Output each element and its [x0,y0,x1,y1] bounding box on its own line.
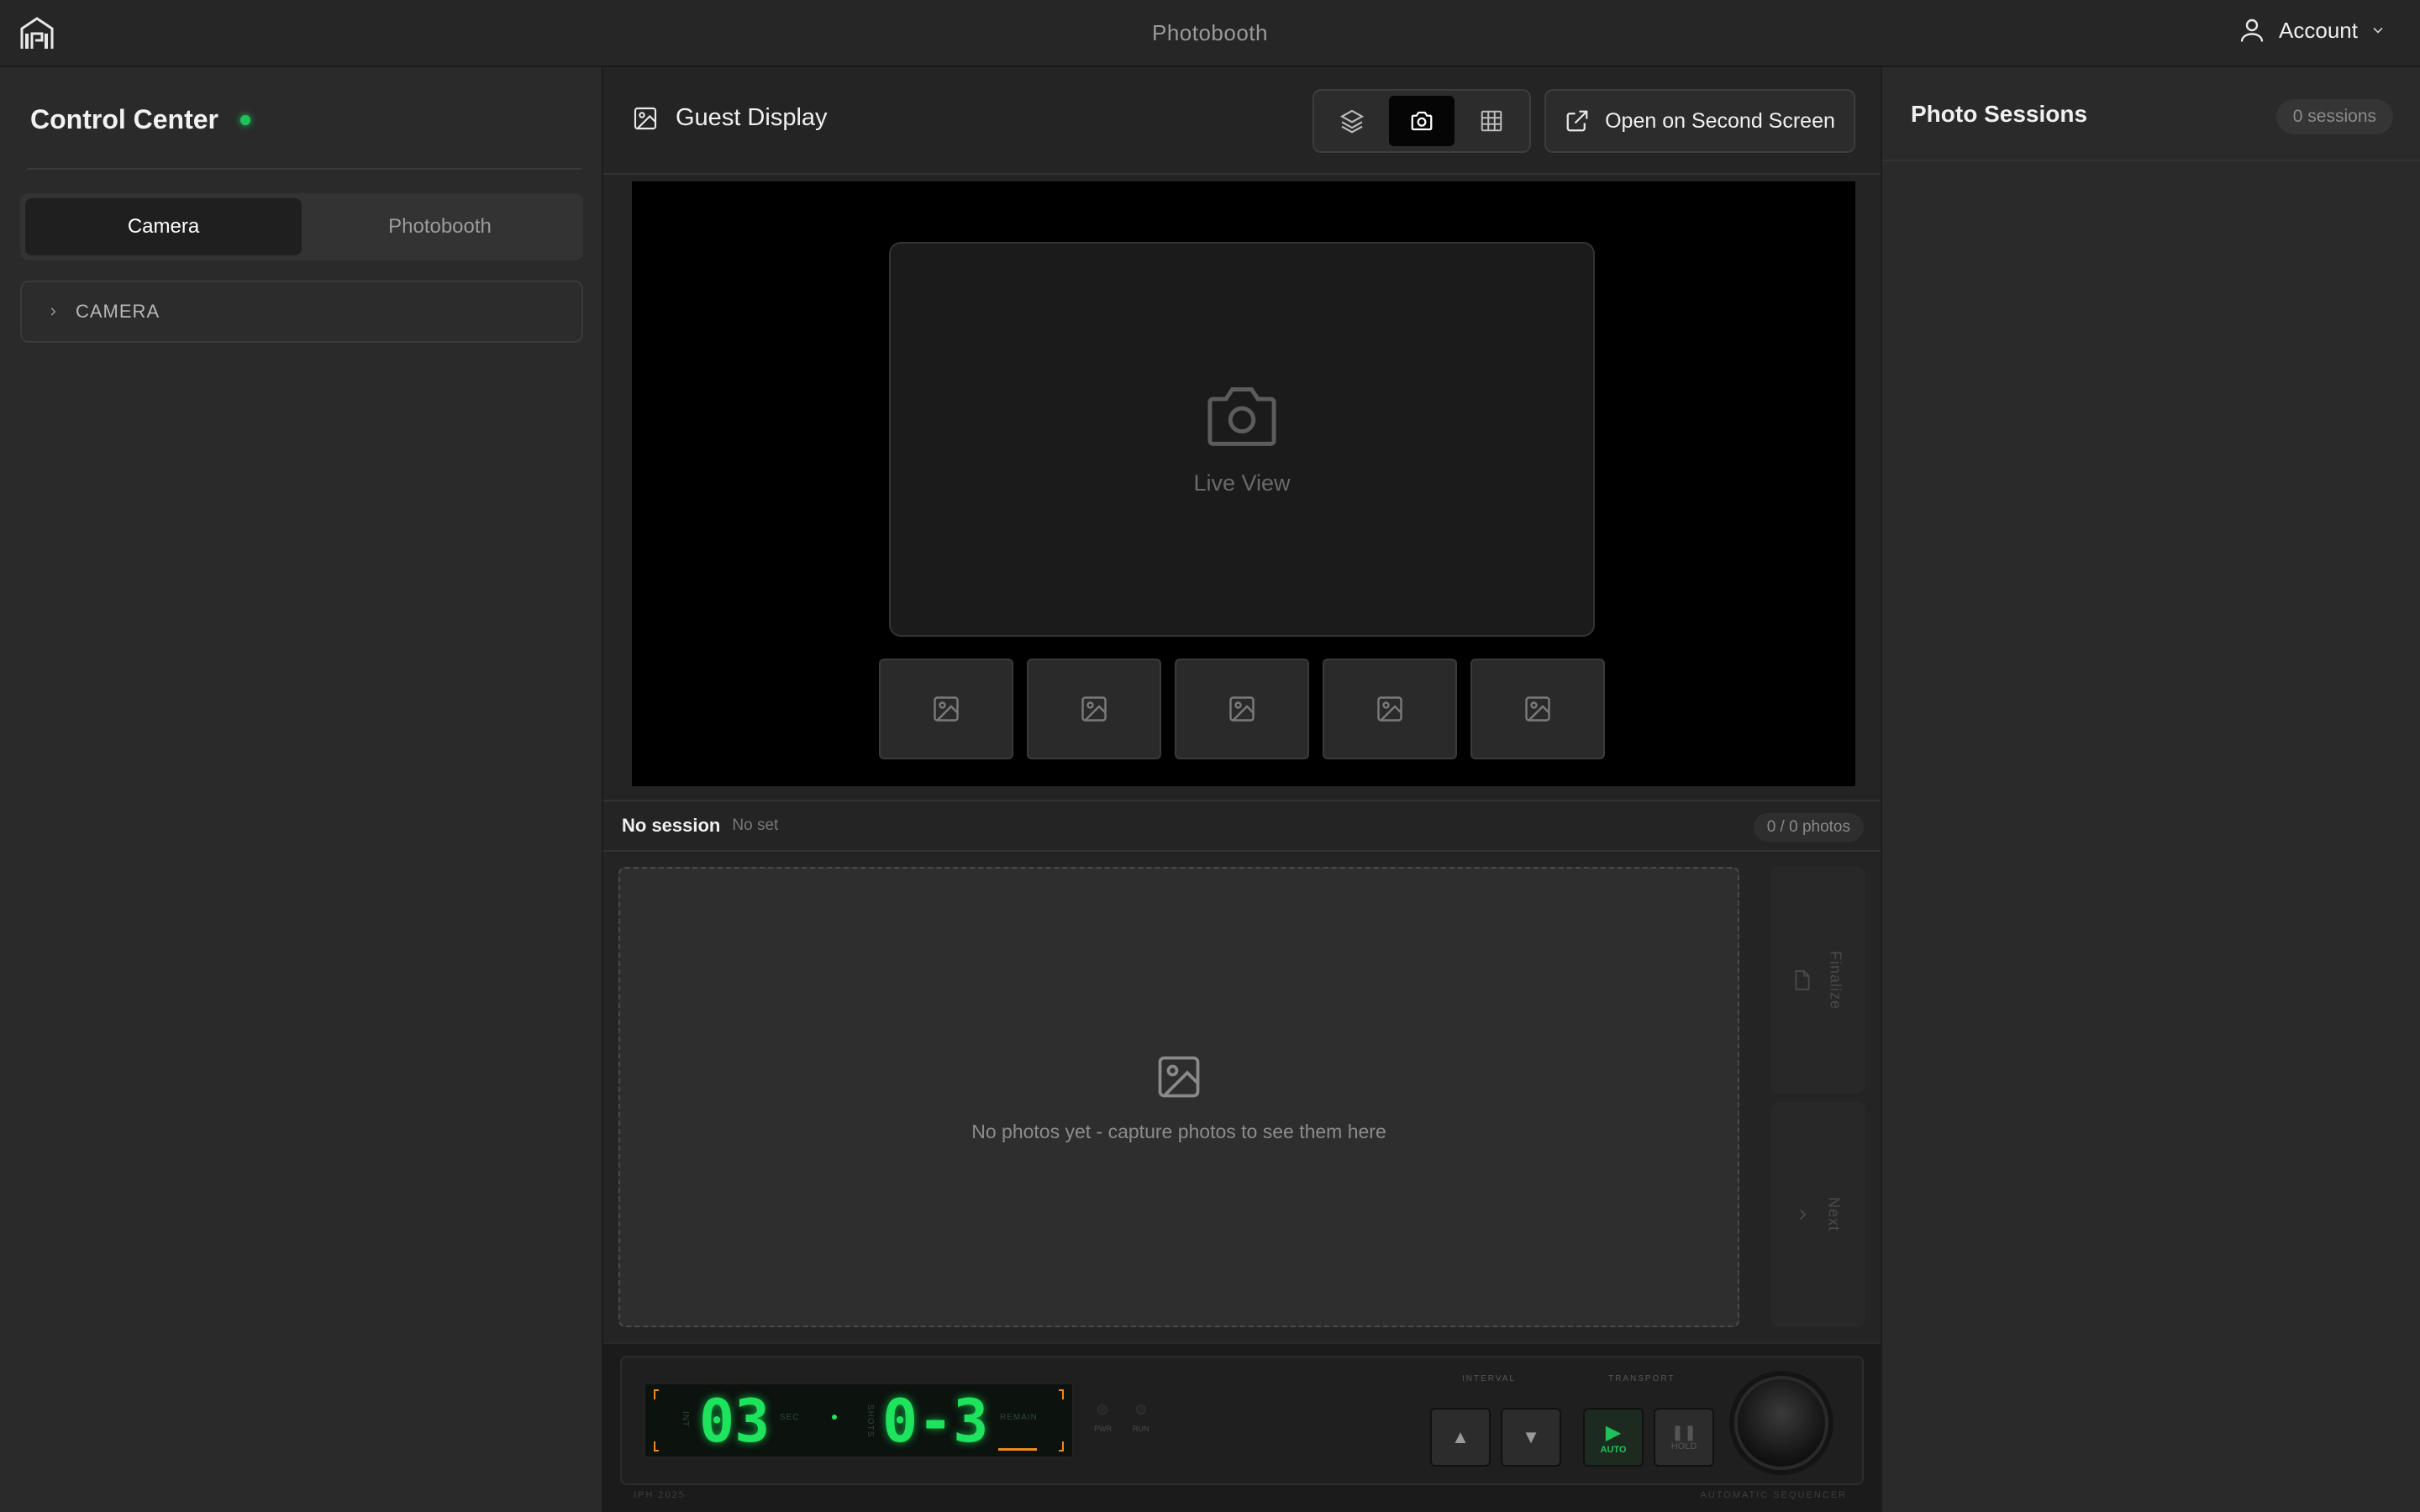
deck-footer-left: IPH 2025 [634,1490,686,1500]
photo-sessions-title: Photo Sessions [1911,101,2088,127]
guest-display-title-group: Guest Display [632,104,828,132]
status-dot [240,114,250,125]
image-placeholder-icon [934,696,959,722]
next-label: Next [1825,1197,1843,1232]
user-icon [2240,18,2264,42]
guest-display-panel: Guest Display Open on Second Screen Live… [603,67,1881,1512]
interval-unit: SEC [780,1413,800,1422]
chevron-right-icon [50,307,56,316]
photo-sessions-panel: Photo Sessions 0 sessions [1881,67,2420,1512]
photo-gallery-empty: No photos yet - capture photos to see th… [618,867,1739,1327]
thumbnail-strip [879,659,1605,759]
app-title: Photobooth [1151,19,1268,45]
grid-view-button[interactable] [1460,96,1524,146]
empty-gallery-message: No photos yet - capture photos to see th… [971,1120,1386,1142]
camera-accordion[interactable]: CAMERA [20,281,583,343]
auto-label: AUTO [1600,1444,1627,1455]
transport-section-label: TRANSPORT [1608,1374,1676,1383]
open-second-screen-label: Open on Second Screen [1605,108,1835,133]
tab-photobooth[interactable]: Photobooth [302,198,578,255]
camera-accordion-label: CAMERA [76,301,160,322]
control-center-header: Control Center [30,104,250,135]
guest-display-title: Guest Display [676,104,828,131]
camera-view-button[interactable] [1389,96,1455,146]
view-mode-selector [1313,89,1531,153]
open-second-screen-button[interactable]: Open on Second Screen [1544,89,1855,153]
control-center-panel: Control Center Camera Photobooth CAMERA [0,67,603,1512]
next-button[interactable]: Next [1771,1102,1865,1327]
sequencer-panel: INT 03 SEC SHOTS 0-3 REMAIN PWR RUN INTE… [620,1356,1864,1485]
lcd-corner [1059,1441,1064,1452]
finalize-label: Finalize [1827,950,1844,1011]
photo-count-badge: 0 / 0 photos [1753,813,1864,842]
interval-section-label: INTERVAL [1462,1374,1516,1383]
lcd-display: INT 03 SEC SHOTS 0-3 REMAIN [644,1383,1074,1458]
image-icon [1158,1056,1200,1097]
run-label: RUN [1133,1425,1150,1433]
layers-view-button[interactable] [1319,96,1384,146]
finalize-button[interactable]: Finalize [1771,867,1865,1094]
guest-display-stage: Live View [632,181,1855,786]
top-bar: Photobooth Account [0,0,2420,67]
camera-icon [1411,111,1433,131]
thumbnail-slot[interactable] [1027,659,1161,759]
progress-indicator [998,1448,1037,1451]
live-view-area: Live View [889,242,1595,637]
session-name: No session [622,815,721,836]
pwr-label: PWR [1094,1425,1112,1433]
thumbnail-slot[interactable] [1175,659,1309,759]
power-led [1097,1404,1107,1415]
hold-label: HOLD [1670,1441,1697,1452]
lcd-corner [654,1441,659,1452]
live-view-label: Live View [1193,470,1291,496]
image-placeholder-icon [1229,696,1255,722]
photo-sessions-header: Photo Sessions 0 sessions [1882,67,2420,161]
image-placeholder-icon [1081,696,1107,722]
hold-button[interactable]: ❚❚ HOLD [1654,1408,1714,1467]
grid-icon [1481,110,1502,132]
play-icon: ▶ [1605,1420,1622,1444]
run-led [1136,1404,1146,1415]
external-link-icon [1566,110,1588,132]
control-knob[interactable] [1734,1376,1828,1470]
chevron-right-icon [1799,1210,1806,1220]
image-placeholder-icon [1525,696,1550,722]
image-placeholder-icon [1377,696,1402,722]
session-set: No set [732,816,779,834]
layers-icon [1339,109,1364,134]
chevron-down-icon [2373,27,2383,34]
session-bar: No session No set 0 / 0 photos [603,800,1881,852]
account-label: Account [2279,17,2358,43]
thumbnail-slot[interactable] [1323,659,1457,759]
account-menu-button[interactable]: Account [2237,15,2386,45]
divider [27,168,581,170]
int-label: INT [681,1411,690,1428]
image-icon [634,107,657,129]
sequencer-deck: INT 03 SEC SHOTS 0-3 REMAIN PWR RUN INTE… [603,1342,1881,1512]
mode-tabs: Camera Photobooth [20,193,583,260]
tab-camera[interactable]: Camera [25,198,302,255]
interval-up-button[interactable]: ▲ [1430,1408,1491,1467]
control-center-title: Control Center [30,104,218,134]
remain-label: REMAIN [1000,1413,1038,1422]
guest-display-header: Guest Display Open on Second Screen [603,67,1881,175]
lcd-corner [654,1389,659,1399]
interval-readout: 03 [699,1387,771,1456]
camera-icon [1207,386,1276,446]
thumbnail-slot[interactable] [879,659,1013,759]
shots-readout: 0-3 [882,1387,989,1456]
shots-label: SHOTS [865,1404,875,1438]
lcd-corner [1059,1389,1064,1399]
lcd-dot [832,1415,837,1420]
sessions-count-badge: 0 sessions [2275,99,2393,134]
deck-footer-right: AUTOMATIC SEQUENCER [1700,1490,1847,1500]
app-logo-icon[interactable] [18,17,55,50]
file-icon [1795,970,1809,990]
pause-icon: ❚❚ [1670,1423,1697,1441]
auto-button[interactable]: ▶ AUTO [1583,1408,1644,1467]
thumbnail-slot[interactable] [1470,659,1605,759]
interval-down-button[interactable]: ▼ [1501,1408,1561,1467]
